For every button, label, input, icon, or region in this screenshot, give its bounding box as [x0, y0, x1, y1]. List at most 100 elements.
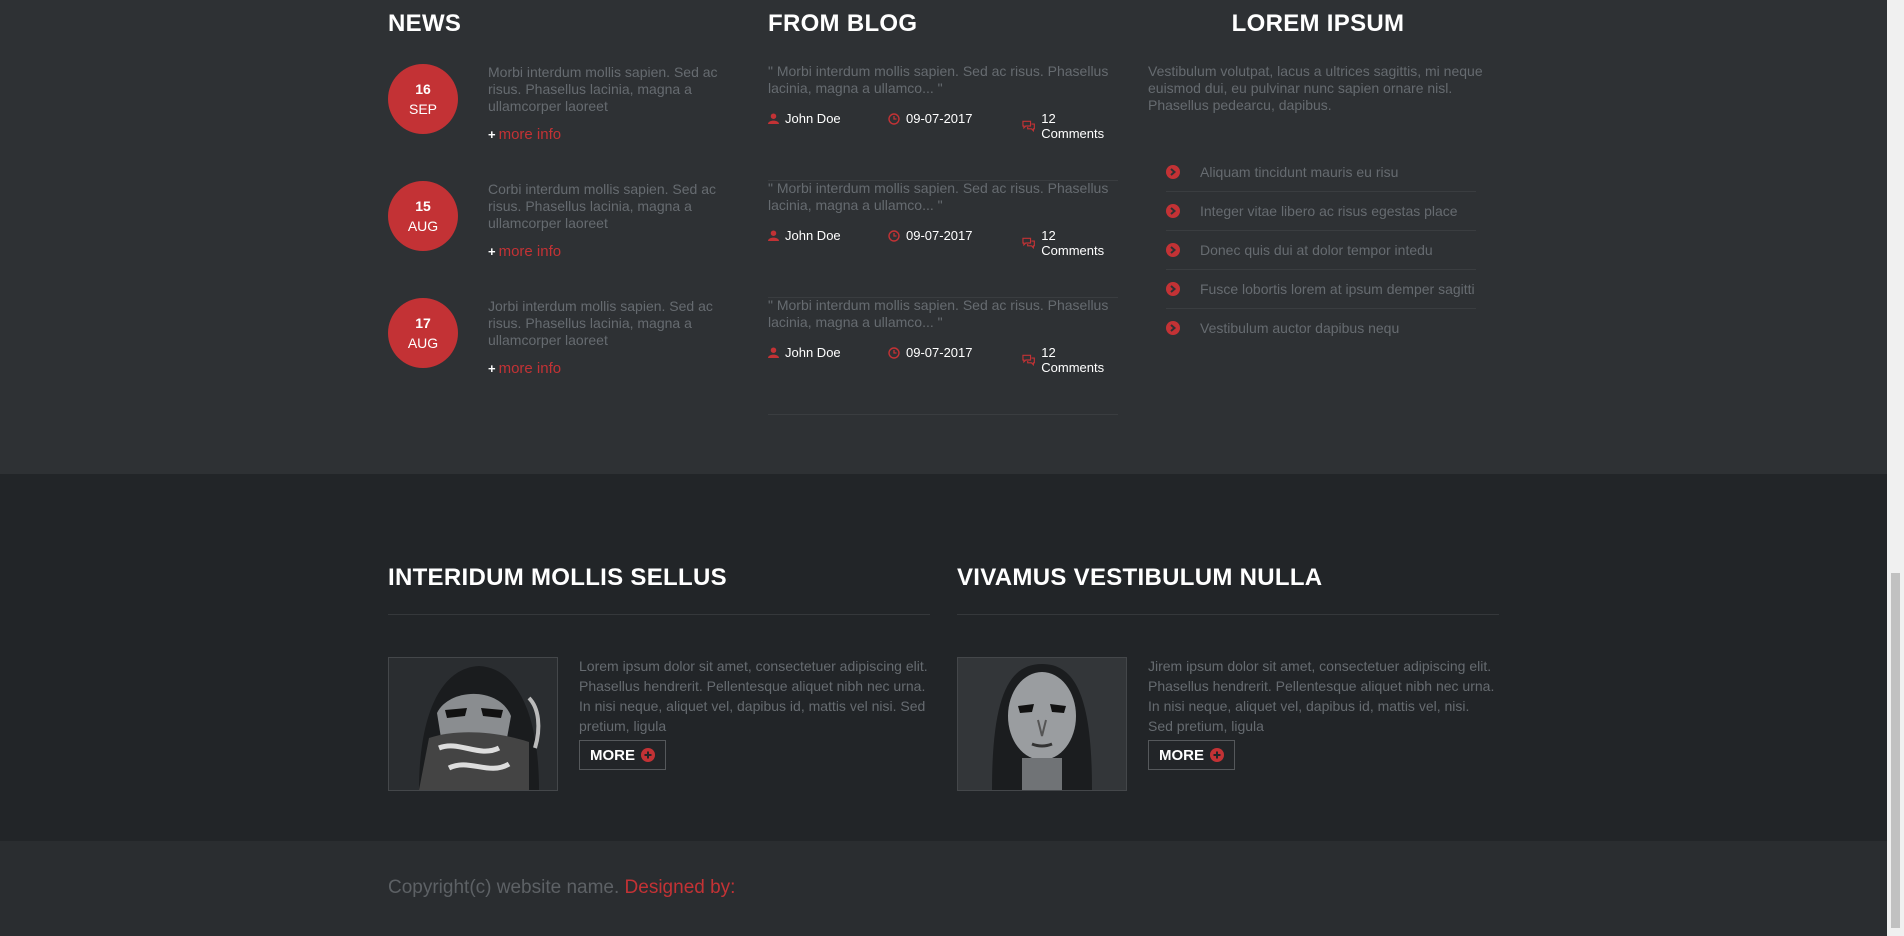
- post-date: 09-07-2017: [888, 228, 973, 243]
- comments-count: 12 Comments: [1041, 111, 1105, 141]
- author[interactable]: John Doe: [768, 345, 841, 360]
- list-item-label: Donec quis dui at dolor tempor intedu: [1200, 242, 1433, 258]
- comments-icon: [1022, 120, 1035, 132]
- news-text: Corbi interdum mollis sapien. Sed ac ris…: [488, 181, 716, 231]
- plus-icon: +: [488, 244, 496, 259]
- list-item[interactable]: Vestibulum auctor dapibus nequ: [1166, 309, 1476, 347]
- arrow-circle-icon: [1166, 243, 1180, 257]
- news-item: 16 SEP Morbi interdum mollis sapien. Sed…: [388, 64, 728, 164]
- date-badge: 17 AUG: [388, 298, 458, 368]
- blog-item: " Morbi interdum mollis sapien. Sed ac r…: [768, 297, 1118, 415]
- feature-text: Lorem ipsum dolor sit amet, consectetuer…: [579, 658, 928, 734]
- list-item-label: Integer vitae libero ac risus egestas pl…: [1200, 203, 1458, 219]
- clock-icon: [888, 112, 900, 125]
- portrait-photo: [389, 658, 557, 790]
- feature-image[interactable]: [388, 657, 558, 791]
- news-item: 15 AUG Corbi interdum mollis sapien. Sed…: [388, 181, 728, 281]
- blog-item: " Morbi interdum mollis sapien. Sed ac r…: [768, 63, 1118, 181]
- more-info-link[interactable]: + more info: [488, 243, 561, 260]
- date-badge: 16 SEP: [388, 64, 458, 134]
- arrow-circle-icon: [1166, 204, 1180, 218]
- date-day: 15: [415, 198, 431, 214]
- author-name: John Doe: [785, 228, 841, 243]
- feature-image[interactable]: [957, 657, 1127, 791]
- lorem-paragraph: Vestibulum volutpat, lacus a ultrices sa…: [1148, 63, 1483, 113]
- date-text: 09-07-2017: [906, 111, 973, 126]
- author[interactable]: John Doe: [768, 111, 841, 126]
- author[interactable]: John Doe: [768, 228, 841, 243]
- more-info-link[interactable]: + more info: [488, 126, 561, 143]
- more-info-label: more info: [498, 243, 562, 260]
- blog-quote[interactable]: " Morbi interdum mollis sapien. Sed ac r…: [768, 180, 1118, 214]
- arrow-circle-icon: [1166, 282, 1180, 296]
- blog-item: " Morbi interdum mollis sapien. Sed ac r…: [768, 180, 1118, 298]
- blog-column: FROM BLOG " Morbi interdum mollis sapien…: [768, 10, 1118, 415]
- designed-by-link[interactable]: Designed by:: [625, 877, 736, 898]
- portrait-photo: [958, 658, 1126, 790]
- list-item[interactable]: Fusce lobortis lorem at ipsum demper sag…: [1166, 270, 1476, 309]
- scrollbar-thumb[interactable]: [1891, 573, 1900, 928]
- news-title: NEWS: [388, 10, 462, 37]
- vertical-scrollbar[interactable]: [1887, 0, 1904, 936]
- comments-link[interactable]: 12 Comments: [1022, 228, 1118, 258]
- arrow-circle-icon: [1166, 165, 1180, 179]
- list-item[interactable]: Aliquam tincidunt mauris eu risu: [1166, 153, 1476, 192]
- lorem-title: LOREM IPSUM: [1231, 10, 1405, 37]
- date-day: 16: [415, 81, 431, 97]
- post-date: 09-07-2017: [888, 345, 973, 360]
- more-button-label: MORE: [1159, 746, 1204, 764]
- page: NEWS 16 SEP Morbi interdum mollis sapien…: [0, 0, 1887, 936]
- features-section: INTERIDUM MOLLIS SELLUS Lorem ipsum dolo…: [0, 474, 1887, 841]
- date-month: AUG: [407, 218, 439, 234]
- copyright-text: Copyright(c) website name.: [388, 877, 620, 898]
- more-button-label: MORE: [590, 746, 635, 764]
- news-text: Jorbi interdum mollis sapien. Sed ac ris…: [488, 298, 713, 348]
- more-info-label: more info: [498, 360, 562, 377]
- blog-meta: John Doe 09-07-2017 12 Comments: [768, 111, 1118, 141]
- plus-circle-icon: [1210, 748, 1224, 762]
- more-button[interactable]: MORE: [1148, 740, 1235, 770]
- feature-title: VIVAMUS VESTIBULUM NULLA: [957, 564, 1499, 615]
- author-name: John Doe: [785, 111, 841, 126]
- blog-title: FROM BLOG: [768, 10, 918, 37]
- blog-quote[interactable]: " Morbi interdum mollis sapien. Sed ac r…: [768, 63, 1118, 97]
- list-item-label: Fusce lobortis lorem at ipsum demper sag…: [1200, 281, 1475, 297]
- top-section: NEWS 16 SEP Morbi interdum mollis sapien…: [0, 0, 1887, 474]
- clock-icon: [888, 229, 900, 242]
- list-item-label: Aliquam tincidunt mauris eu risu: [1200, 164, 1399, 180]
- date-badge: 15 AUG: [388, 181, 458, 251]
- date-month: AUG: [407, 335, 439, 351]
- blog-meta: John Doe 09-07-2017 12 Comments: [768, 228, 1118, 258]
- date-month: SEP: [408, 101, 437, 117]
- blog-quote[interactable]: " Morbi interdum mollis sapien. Sed ac r…: [768, 297, 1118, 331]
- comments-count: 12 Comments: [1041, 228, 1105, 258]
- more-button[interactable]: MORE: [579, 740, 666, 770]
- post-date: 09-07-2017: [888, 111, 973, 126]
- arrow-circle-icon: [1166, 321, 1180, 335]
- comments-icon: [1022, 354, 1035, 366]
- more-info-link[interactable]: + more info: [488, 360, 561, 377]
- list-item[interactable]: Integer vitae libero ac risus egestas pl…: [1166, 192, 1476, 231]
- date-day: 17: [415, 315, 431, 331]
- comments-link[interactable]: 12 Comments: [1022, 111, 1118, 141]
- lorem-column: LOREM IPSUM Vestibulum volutpat, lacus a…: [1148, 10, 1488, 336]
- feature-block: VIVAMUS VESTIBULUM NULLA Jirem ipsum dol…: [957, 564, 1499, 791]
- list-item-label: Vestibulum auctor dapibus nequ: [1200, 320, 1400, 336]
- author-name: John Doe: [785, 345, 841, 360]
- comments-icon: [1022, 237, 1035, 249]
- comments-link[interactable]: 12 Comments: [1022, 345, 1118, 375]
- user-icon: [768, 347, 779, 358]
- news-text: Morbi interdum mollis sapien. Sed ac ris…: [488, 64, 718, 114]
- user-icon: [768, 113, 779, 124]
- footer: Copyright(c) website name. Designed by:: [0, 841, 1887, 936]
- list-item[interactable]: Donec quis dui at dolor tempor intedu: [1166, 231, 1476, 270]
- user-icon: [768, 230, 779, 241]
- plus-circle-icon: [641, 748, 655, 762]
- date-text: 09-07-2017: [906, 228, 973, 243]
- news-column: NEWS 16 SEP Morbi interdum mollis sapien…: [388, 10, 728, 377]
- more-info-label: more info: [498, 126, 562, 143]
- comments-count: 12 Comments: [1041, 345, 1105, 375]
- date-text: 09-07-2017: [906, 345, 973, 360]
- feature-title: INTERIDUM MOLLIS SELLUS: [388, 564, 930, 615]
- blog-meta: John Doe 09-07-2017 12 Comments: [768, 345, 1118, 375]
